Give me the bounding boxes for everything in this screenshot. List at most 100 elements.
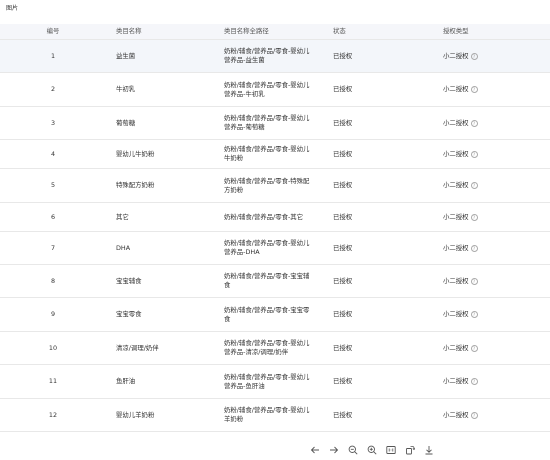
download-icon[interactable] <box>419 441 438 459</box>
help-icon[interactable]: ? <box>470 344 478 352</box>
header-status: 状态 <box>333 27 346 35</box>
row-category-name: 益生菌 <box>116 51 136 60</box>
row-status: 已授权 <box>333 243 353 252</box>
help-icon[interactable]: ? <box>470 182 478 189</box>
header-path: 类目名称全路径 <box>224 27 269 35</box>
header-type: 授权类型 <box>443 27 469 35</box>
row-category-name: DHA <box>116 243 131 252</box>
row-authorization-type: 小二授权? <box>443 73 523 106</box>
row-category-name: 鱼肝油 <box>116 377 136 385</box>
row-category-path: 奶粉/辅食/营养品/零食-宝宝零食 <box>224 305 310 323</box>
row-authorization-type-label: 小二授权 <box>443 51 469 60</box>
table-header: 编号 类目名称 类目名称全路径 状态 授权类型 <box>0 24 550 40</box>
row-authorization-type: 小二授权? <box>443 332 523 364</box>
row-authorization-type: 小二授权? <box>443 399 523 431</box>
row-index: 2 <box>50 85 56 93</box>
arrow-left-icon[interactable] <box>305 441 324 459</box>
row-category-name: 其它 <box>116 212 129 221</box>
row-authorization-type: 小二授权? <box>443 232 523 264</box>
row-index: 10 <box>48 343 58 352</box>
rotate-icon[interactable] <box>400 441 419 459</box>
row-authorization-type-label: 小二授权 <box>443 118 469 127</box>
row-index: 5 <box>50 181 56 189</box>
help-icon[interactable]: ? <box>470 244 478 252</box>
row-index: 3 <box>50 118 56 127</box>
row-category-name: 牛初乳 <box>116 85 136 93</box>
row-authorization-type-label: 小二授权 <box>443 410 469 419</box>
row-authorization-type-label: 小二授权 <box>443 310 469 318</box>
row-category-path: 奶粉/辅食/营养品/零食-婴幼儿营养品-益生菌 <box>224 47 310 64</box>
table-row: 4 婴幼儿牛奶粉 奶粉/辅食/营养品/零食-婴幼儿牛奶粉 已授权 小二授权? <box>0 140 550 169</box>
help-icon[interactable]: ? <box>470 311 478 318</box>
row-category-path: 奶粉/辅食/营养品/零食-特殊配方奶粉 <box>224 176 310 194</box>
table-row: 7 DHA 奶粉/辅食/营养品/零食-婴幼儿营养品-DHA 已授权 小二授权? <box>0 232 550 265</box>
row-index: 7 <box>50 243 56 252</box>
row-category-path: 奶粉/辅食/营养品/零食-其它 <box>224 212 304 221</box>
row-authorization-type: 小二授权? <box>443 265 523 297</box>
row-category-name: 清凉/调理/奶伴 <box>116 343 159 352</box>
help-icon[interactable]: ? <box>470 277 478 285</box>
help-icon[interactable]: ? <box>470 411 478 419</box>
help-icon[interactable]: ? <box>470 119 478 127</box>
row-authorization-type-label: 小二授权 <box>443 181 469 189</box>
help-icon[interactable]: ? <box>470 213 478 221</box>
row-authorization-type-label: 小二授权 <box>443 343 469 352</box>
row-status: 已授权 <box>333 149 353 158</box>
row-category-name: 婴幼儿牛奶粉 <box>116 149 155 158</box>
one-to-one-icon[interactable] <box>381 441 400 459</box>
row-index: 12 <box>48 410 58 419</box>
row-status: 已授权 <box>333 276 353 285</box>
zoom-in-icon[interactable] <box>362 441 381 459</box>
row-authorization-type-label: 小二授权 <box>443 85 469 93</box>
row-category-path: 奶粉/辅食/营养品/零食-宝宝辅食 <box>224 272 310 289</box>
row-authorization-type: 小二授权? <box>443 203 523 231</box>
row-authorization-type-label: 小二授权 <box>443 243 469 252</box>
row-category-path: 奶粉/辅食/营养品/零食-婴幼儿营养品-葡萄糖 <box>224 114 310 131</box>
image-viewer-toolbar <box>305 441 438 459</box>
row-authorization-type-label: 小二授权 <box>443 276 469 285</box>
table-row: 1 益生菌 奶粉/辅食/营养品/零食-婴幼儿营养品-益生菌 已授权 小二授权? <box>0 40 550 73</box>
row-authorization-type-label: 小二授权 <box>443 212 469 221</box>
help-icon[interactable]: ? <box>470 378 478 385</box>
row-category-path: 奶粉/辅食/营养品/零食-婴幼儿营养品-鱼肝油 <box>224 372 310 390</box>
row-category-name: 宝宝辅食 <box>116 276 142 285</box>
row-authorization-type-label: 小二授权 <box>443 149 469 158</box>
row-authorization-type: 小二授权? <box>443 169 523 202</box>
row-index: 4 <box>50 149 56 158</box>
row-category-path: 奶粉/辅食/营养品/零食-婴幼儿营养品-清凉/调理/奶伴 <box>224 339 310 356</box>
table-row: 9 宝宝零食 奶粉/辅食/营养品/零食-宝宝零食 已授权 小二授权? <box>0 298 550 332</box>
row-authorization-type: 小二授权? <box>443 365 523 398</box>
row-authorization-type: 小二授权? <box>443 140 523 168</box>
row-status: 已授权 <box>333 181 353 189</box>
row-index: 6 <box>50 212 56 221</box>
table-row: 12 婴幼儿羊奶粉 奶粉/辅食/营养品/零食-婴幼儿羊奶粉 已授权 小二授权? <box>0 399 550 432</box>
row-authorization-type: 小二授权? <box>443 107 523 139</box>
row-category-name: 葡萄糖 <box>116 118 136 127</box>
row-status: 已授权 <box>333 118 353 127</box>
row-status: 已授权 <box>333 310 353 318</box>
help-icon[interactable]: ? <box>470 150 478 158</box>
zoom-out-icon[interactable] <box>343 441 362 459</box>
page-label: 图片 <box>6 5 19 12</box>
row-status: 已授权 <box>333 212 353 221</box>
row-index: 8 <box>50 276 56 285</box>
row-category-path: 奶粉/辅食/营养品/零食-婴幼儿羊奶粉 <box>224 406 310 423</box>
row-index: 11 <box>48 377 58 385</box>
help-icon[interactable]: ? <box>470 52 478 60</box>
row-index: 9 <box>50 310 56 318</box>
table-row: 6 其它 奶粉/辅食/营养品/零食-其它 已授权 小二授权? <box>0 203 550 232</box>
help-icon[interactable]: ? <box>470 86 478 93</box>
arrow-right-icon[interactable] <box>324 441 343 459</box>
row-category-path: 奶粉/辅食/营养品/零食-婴幼儿营养品-牛初乳 <box>224 80 310 98</box>
row-status: 已授权 <box>333 51 353 60</box>
row-authorization-type: 小二授权? <box>443 298 523 331</box>
table-row: 10 清凉/调理/奶伴 奶粉/辅食/营养品/零食-婴幼儿营养品-清凉/调理/奶伴 已授… <box>0 332 550 365</box>
row-authorization-type: 小二授权? <box>443 40 523 72</box>
header-index: 编号 <box>46 27 60 35</box>
row-category-name: 特殊配方奶粉 <box>116 181 155 189</box>
table-row: 11 鱼肝油 奶粉/辅食/营养品/零食-婴幼儿营养品-鱼肝油 已授权 小二授权? <box>0 365 550 399</box>
header-name: 类目名称 <box>116 27 142 35</box>
row-category-path: 奶粉/辅食/营养品/零食-婴幼儿营养品-DHA <box>224 239 310 256</box>
row-category-name: 宝宝零食 <box>116 310 142 318</box>
row-status: 已授权 <box>333 85 353 93</box>
